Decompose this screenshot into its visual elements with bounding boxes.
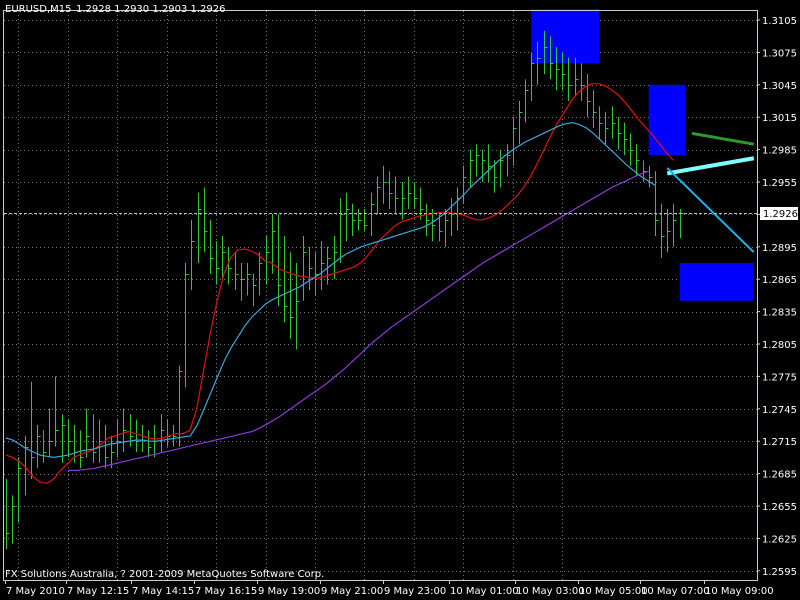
x-tick-label: 7 May 2010 — [6, 586, 65, 597]
y-tick-label: 1.2715 — [762, 437, 797, 448]
y-tick-label: 1.2895 — [762, 243, 797, 254]
x-tick-label: 9 May 23:00 — [384, 586, 446, 597]
y-tick-label: 1.2985 — [762, 146, 797, 157]
y-tick-label: 1.3015 — [762, 113, 797, 124]
x-tick-label: 10 May 03:00 — [516, 586, 585, 597]
x-tick-label: 10 May 07:00 — [641, 586, 710, 597]
price-chart[interactable]: 1.3105 1.3075 1.3045 1.3015 1.2985 1.2955 1.29… — [0, 0, 800, 600]
y-tick-label: 1.3045 — [762, 81, 797, 92]
x-tick-label: 9 May 21:00 — [321, 586, 383, 597]
y-tick-label: 1.2625 — [762, 534, 797, 545]
y-tick-label: 1.2745 — [762, 405, 797, 416]
y-tick-label: 1.2955 — [762, 178, 797, 189]
annotation-box — [648, 84, 686, 155]
annotation-box — [531, 9, 600, 64]
x-tick-label: 10 May 09:00 — [705, 586, 774, 597]
x-tick-label: 7 May 16:15 — [195, 586, 257, 597]
current-price-label-text: 1.2926 — [763, 209, 798, 220]
annotation-box — [679, 263, 754, 301]
x-tick-label: 7 May 12:15 — [67, 586, 129, 597]
y-tick-label: 1.2805 — [762, 340, 797, 351]
y-tick-label: 1.2595 — [762, 567, 797, 578]
x-tick-label: 7 May 14:15 — [132, 586, 194, 597]
y-tick-label: 1.2775 — [762, 372, 797, 383]
x-tick-label: 10 May 01:00 — [450, 586, 519, 597]
y-tick-label: 1.2865 — [762, 275, 797, 286]
current-price-label: 1.2926 — [760, 207, 798, 220]
ohlc-values: 1.2928 1.2930 1.2903 1.2926 — [76, 4, 226, 15]
copyright-footer: FX Solutions Australia, ? 2001-2009 Meta… — [5, 569, 324, 580]
y-tick-label: 1.3105 — [762, 16, 797, 27]
y-tick-label: 1.2655 — [762, 502, 797, 513]
y-tick-label: 1.2835 — [762, 308, 797, 319]
y-tick-label: 1.2685 — [762, 470, 797, 481]
x-tick-label: 10 May 05:00 — [579, 586, 648, 597]
x-tick-label: 9 May 19:00 — [258, 586, 320, 597]
symbol-label: EURUSD,M15 — [5, 4, 71, 15]
y-tick-label: 1.3075 — [762, 48, 797, 59]
